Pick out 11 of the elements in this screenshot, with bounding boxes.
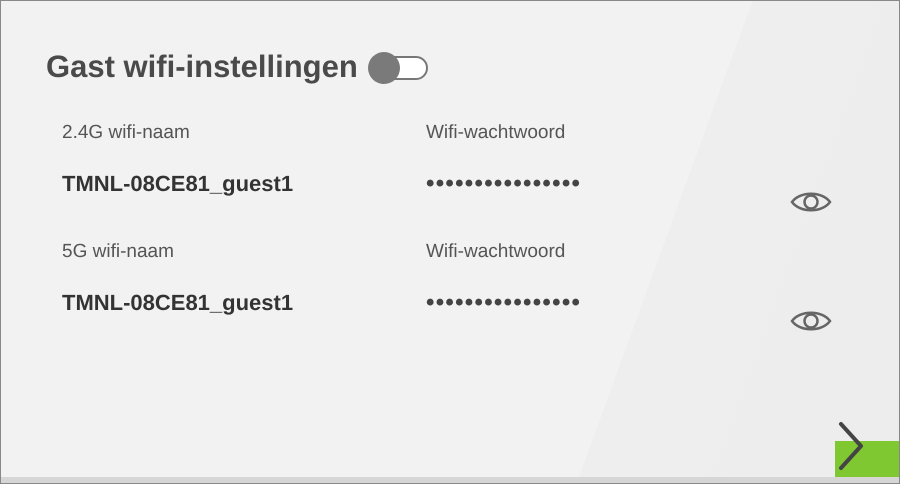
password-text: ••••••••••••••••	[426, 289, 582, 317]
field-label: Wifi-wachtwoord	[426, 122, 566, 144]
field-label: 2.4G wifi-naam	[62, 122, 191, 144]
next-button[interactable]	[835, 441, 899, 477]
network-name: TMNL-08CE81_guest1	[62, 171, 294, 197]
password-text: ••••••••••••••••	[426, 170, 582, 198]
chevron-right-icon[interactable]	[837, 421, 865, 471]
field-label: 5G wifi-naam	[62, 241, 175, 263]
field-label: Wifi-wachtwoord	[426, 241, 566, 263]
network-name: TMNL-08CE81_guest1	[62, 290, 294, 316]
section-title: Gast wifi-instellingen	[46, 49, 358, 85]
